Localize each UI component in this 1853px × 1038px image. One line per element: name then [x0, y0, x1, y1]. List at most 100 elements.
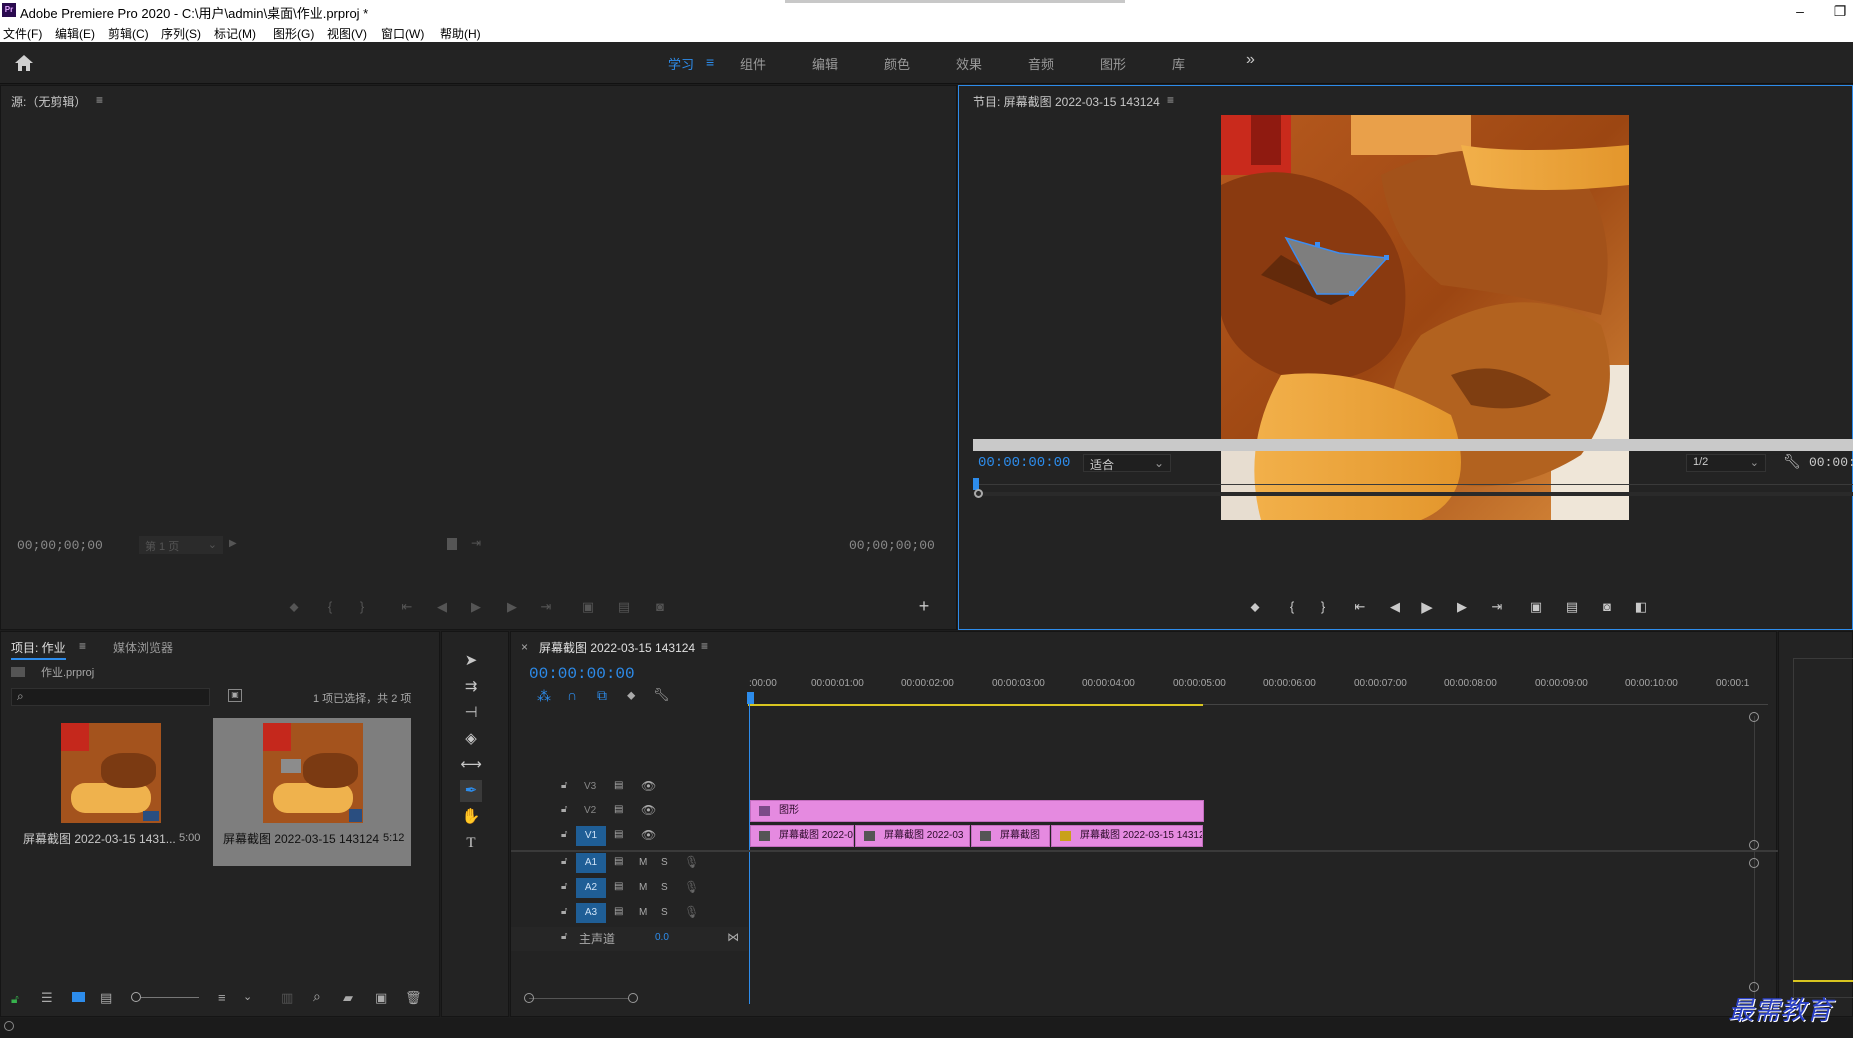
new-item-icon[interactable]: ▣	[375, 990, 387, 1006]
track-label-v2[interactable]: V2	[584, 805, 596, 816]
sync-lock-icon[interactable]: ▤	[614, 829, 623, 840]
sync-lock-icon[interactable]: ▤	[614, 906, 623, 917]
project-item-selected[interactable]: 屏幕截图 2022-03-15 143124 5:12	[213, 718, 411, 866]
comparison-view-icon[interactable]: ◧	[1630, 599, 1652, 615]
solo-button[interactable]: S	[661, 857, 668, 868]
go-to-in-icon[interactable]: ⇤	[1349, 599, 1371, 615]
ripple-edit-tool-icon[interactable]: ⊣	[460, 702, 482, 724]
restore-button[interactable]: ❐	[1820, 0, 1853, 22]
wrench-icon[interactable]: 🔧︎	[653, 687, 670, 703]
pen-tool-icon[interactable]: ✒	[460, 780, 482, 802]
workspace-menu-icon[interactable]: ≡	[706, 54, 714, 70]
panel-menu-icon[interactable]: ≡	[96, 93, 103, 107]
nest-icon[interactable]: ⁂	[537, 688, 551, 705]
image-clip[interactable]: 屏幕截图	[971, 825, 1050, 847]
workspace-tab-audio[interactable]: 音频	[1028, 54, 1054, 73]
work-area-bar[interactable]	[748, 704, 1203, 706]
lock-icon[interactable]: 🔓︎	[561, 829, 567, 840]
lock-icon[interactable]: 🔓︎	[561, 906, 567, 917]
workspace-tab-editing[interactable]: 编辑	[812, 54, 838, 73]
close-icon[interactable]: ×	[521, 640, 528, 654]
image-clip[interactable]: 屏幕截图 2022-03	[855, 825, 970, 847]
automate-sequence-icon[interactable]: ▥	[281, 990, 293, 1006]
new-search-bin-icon[interactable]: ▣	[228, 689, 242, 702]
track-label-v3[interactable]: V3	[584, 781, 596, 792]
microphone-icon[interactable]: 🎙︎	[684, 905, 699, 919]
zoom-scroll-handle-right[interactable]	[628, 993, 638, 1003]
selection-tool-icon[interactable]: ➤	[460, 650, 482, 672]
mini-scroll-track[interactable]	[973, 492, 1853, 496]
wrench-icon[interactable]: 🔧︎	[1783, 453, 1801, 470]
menu-window[interactable]: 窗口(W)	[381, 25, 424, 42]
project-item[interactable]: 屏幕截图 2022-03-15 1431... 5:00	[11, 718, 208, 866]
menu-file[interactable]: 文件(F)	[3, 25, 42, 42]
mark-out-icon[interactable]: }	[351, 599, 373, 614]
monitor-scrollbar[interactable]	[973, 439, 1853, 451]
lock-icon[interactable]: 🔓︎	[561, 856, 567, 867]
bowtie-icon[interactable]: ⋈	[727, 930, 739, 944]
play-icon[interactable]: ▶	[465, 599, 487, 615]
track-select-tool-icon[interactable]: ⇉	[460, 676, 482, 698]
track-label-a1[interactable]: A1	[576, 853, 606, 873]
add-button-icon[interactable]: +	[913, 596, 935, 617]
slip-tool-icon[interactable]: ⟷	[460, 754, 482, 776]
menu-view[interactable]: 视图(V)	[327, 25, 367, 42]
zoom-slider-track[interactable]	[141, 997, 199, 998]
workspace-tab-learn[interactable]: 学习	[668, 54, 694, 73]
workspace-tab-graphics[interactable]: 图形	[1100, 54, 1126, 73]
lock-icon[interactable]: 🔓︎	[561, 804, 567, 815]
add-marker-icon[interactable]: ⬥	[283, 599, 305, 615]
step-forward-icon[interactable]: ▶	[501, 599, 523, 615]
track-label-a3[interactable]: A3	[576, 903, 606, 923]
eye-icon[interactable]: 👁︎	[641, 779, 656, 793]
resolution-select[interactable]: 1/2 ⌄	[1686, 454, 1766, 472]
workspace-tab-color[interactable]: 颜色	[884, 54, 910, 73]
go-to-out-icon[interactable]: ⇥	[1486, 599, 1508, 615]
scroll-handle[interactable]	[1749, 840, 1759, 850]
scroll-handle[interactable]	[1749, 712, 1759, 722]
sync-lock-icon[interactable]: ▤	[614, 780, 623, 791]
minimize-button[interactable]: –	[1780, 0, 1820, 22]
insert-icon[interactable]: ⇥	[471, 536, 481, 550]
zoom-scroll-track[interactable]	[529, 998, 629, 999]
snap-icon[interactable]: ∩	[567, 687, 577, 703]
menu-marker[interactable]: 标记(M)	[214, 25, 256, 42]
sync-lock-icon[interactable]: ▤	[614, 881, 623, 892]
add-marker-icon[interactable]: ⬥	[627, 688, 635, 703]
camera-icon[interactable]: ◙	[649, 599, 671, 614]
image-clip[interactable]: 屏幕截图 2022-0	[750, 825, 854, 847]
track-label-a2[interactable]: A2	[576, 878, 606, 898]
lift-icon[interactable]: ▣	[1525, 599, 1547, 615]
eye-icon[interactable]: 👁︎	[641, 828, 656, 842]
menu-edit[interactable]: 编辑(E)	[55, 25, 95, 42]
workspace-tab-assembly[interactable]: 组件	[740, 54, 766, 73]
project-tab[interactable]: 项目: 作业	[11, 639, 66, 660]
freeform-view-icon[interactable]: ▤	[100, 990, 112, 1006]
solo-button[interactable]: S	[661, 907, 668, 918]
insert-clip-icon[interactable]: ▣	[577, 599, 599, 615]
source-timecode-left[interactable]: 00;00;00;00	[17, 538, 103, 553]
lock-icon[interactable]: 🔓︎	[11, 992, 21, 1006]
overwrite-clip-icon[interactable]: ▤	[613, 599, 635, 615]
export-frame-icon[interactable]	[447, 538, 457, 550]
solo-button[interactable]: S	[661, 882, 668, 893]
menu-graphics[interactable]: 图形(G)	[273, 25, 314, 42]
go-to-out-icon[interactable]: ⇥	[535, 599, 557, 615]
chevron-down-icon[interactable]: ⌄	[243, 990, 252, 1003]
panel-menu-icon[interactable]: ≡	[1167, 93, 1174, 107]
mini-scroll-handle[interactable]	[974, 489, 983, 498]
menu-sequence[interactable]: 序列(S)	[161, 25, 201, 42]
menu-clip[interactable]: 剪辑(C)	[108, 25, 149, 42]
sequence-tab[interactable]: 屏幕截图 2022-03-15 143124	[539, 639, 695, 656]
mute-button[interactable]: M	[639, 857, 647, 868]
play-icon[interactable]: ▶	[1416, 598, 1438, 616]
sort-icon[interactable]: ≡	[218, 990, 226, 1005]
linked-selection-icon[interactable]: ⧉	[597, 687, 607, 704]
razor-tool-icon[interactable]: ◈	[460, 728, 482, 750]
program-timecode[interactable]: 00:00:00:00	[978, 455, 1070, 471]
mark-in-icon[interactable]: {	[1281, 599, 1303, 614]
track-label-v1[interactable]: V1	[576, 826, 606, 846]
lock-icon[interactable]: 🔓︎	[561, 780, 567, 791]
master-volume-value[interactable]: 0.0	[655, 932, 669, 943]
timeline-timecode[interactable]: 00:00:00:00	[529, 665, 635, 683]
